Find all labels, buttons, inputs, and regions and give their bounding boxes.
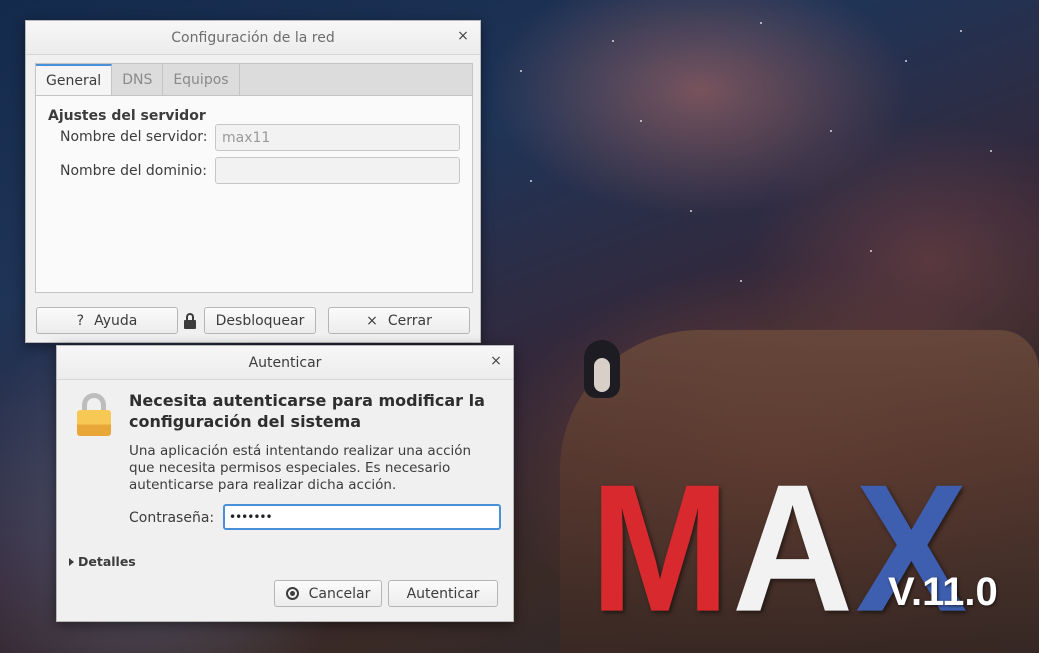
help-button[interactable]: ? Ayuda xyxy=(36,307,178,334)
close-button[interactable]: × Cerrar xyxy=(328,307,470,334)
tab-dns[interactable]: DNS xyxy=(112,64,164,95)
domain-name-label: Nombre del dominio: xyxy=(60,163,207,179)
server-name-label: Nombre del servidor: xyxy=(60,129,208,145)
password-field[interactable] xyxy=(223,504,501,530)
domain-name-field[interactable] xyxy=(215,157,460,184)
close-button-label: Cerrar xyxy=(387,312,432,329)
details-expander[interactable]: Detalles xyxy=(69,554,136,569)
authenticate-button[interactable]: Autenticar xyxy=(388,580,498,607)
authenticate-button-label: Autenticar xyxy=(406,585,480,602)
penguin-figure xyxy=(584,340,620,398)
network-button-bar: ? Ayuda Desbloquear × Cerrar xyxy=(36,307,472,335)
logo-letter-m: M xyxy=(590,446,732,650)
auth-heading: Necesita autenticarse para modificar la … xyxy=(129,391,485,431)
close-icon: × xyxy=(366,312,378,329)
section-title: Ajustes del servidor xyxy=(48,108,206,124)
authenticate-dialog: Autenticar × Necesita autenticarse para … xyxy=(56,345,514,622)
lock-icon xyxy=(184,313,196,329)
details-label: Detalles xyxy=(78,554,136,569)
auth-dialog-titlebar[interactable]: Autenticar × xyxy=(57,346,513,380)
version-label: V.11.0 xyxy=(888,570,998,614)
settings-notebook: General DNS Equipos Ajustes del servidor… xyxy=(35,63,473,293)
cancel-button-label: Cancelar xyxy=(308,585,371,602)
question-icon: ? xyxy=(76,312,85,329)
tab-bar: General DNS Equipos xyxy=(35,63,473,95)
tab-equipos[interactable]: Equipos xyxy=(163,64,240,95)
server-name-field[interactable] xyxy=(215,124,460,151)
cancel-button[interactable]: Cancelar xyxy=(274,580,382,607)
password-label: Contraseña: xyxy=(129,510,215,526)
unlock-button[interactable]: Desbloquear xyxy=(204,307,316,334)
logo-letter-a: A xyxy=(731,446,856,650)
close-icon[interactable]: × xyxy=(456,29,470,43)
expander-arrow-icon xyxy=(69,557,74,566)
auth-dialog-title: Autenticar xyxy=(248,354,322,371)
network-config-window: Configuración de la red × General DNS Eq… xyxy=(25,20,481,343)
padlock-icon xyxy=(77,393,111,437)
close-icon[interactable]: × xyxy=(489,354,503,368)
cancel-icon xyxy=(285,587,299,600)
unlock-button-label: Desbloquear xyxy=(215,312,305,329)
network-window-titlebar[interactable]: Configuración de la red × xyxy=(26,21,480,55)
network-window-title: Configuración de la red xyxy=(171,29,335,46)
help-button-label: Ayuda xyxy=(94,312,138,329)
auth-description: Una aplicación está intentando realizar … xyxy=(129,443,472,493)
tab-general[interactable]: General xyxy=(36,64,113,95)
general-tab-page: Ajustes del servidor Nombre del servidor… xyxy=(35,95,473,293)
